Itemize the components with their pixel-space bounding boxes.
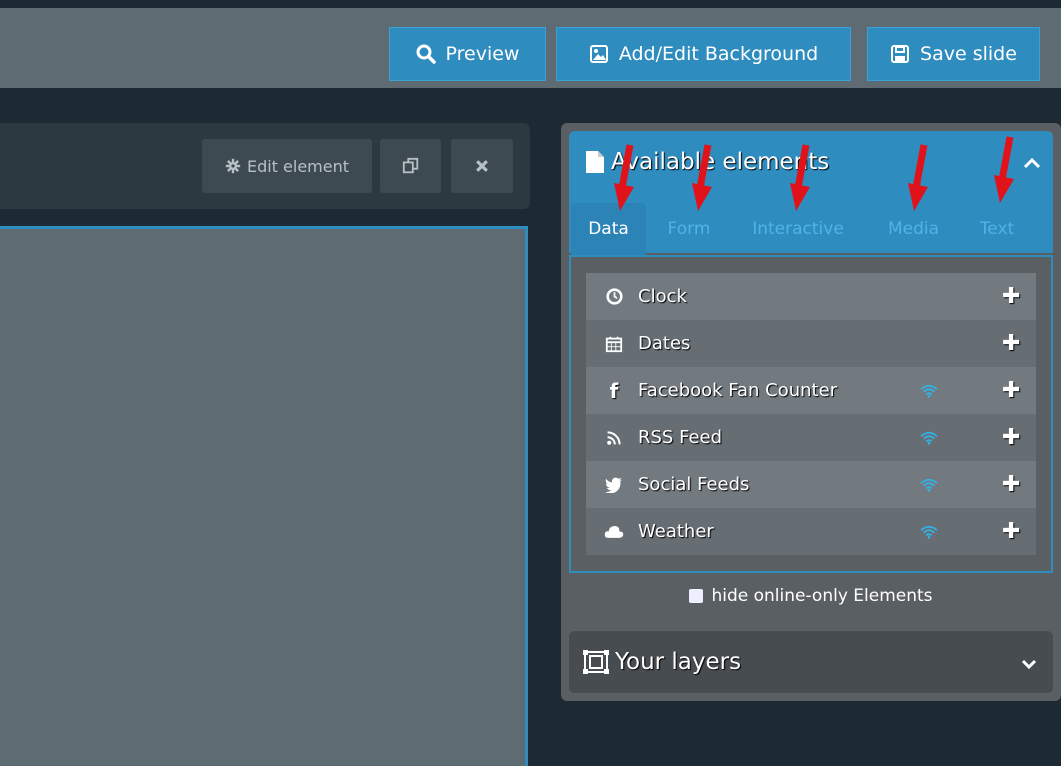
list-item-label: Social Feeds xyxy=(638,474,750,495)
duplicate-button[interactable] xyxy=(380,139,441,193)
image-icon xyxy=(589,44,609,64)
delete-button[interactable] xyxy=(451,139,513,193)
save-icon xyxy=(890,44,910,64)
wifi-icon xyxy=(916,525,942,539)
list-item-weather[interactable]: Weather ✚ xyxy=(586,508,1036,555)
list-item-label: Weather xyxy=(638,521,714,542)
clock-icon xyxy=(600,288,628,305)
layers-icon xyxy=(583,650,609,674)
preview-button[interactable]: Preview xyxy=(389,27,546,81)
list-item-facebook-fan-counter[interactable]: f Facebook Fan Counter ✚ xyxy=(586,367,1036,414)
add-icon[interactable]: ✚ xyxy=(1002,472,1022,497)
hide-online-label: hide online-only Elements xyxy=(711,586,933,606)
edit-element-button[interactable]: Edit element xyxy=(202,139,372,193)
chevron-down-icon[interactable] xyxy=(1015,650,1043,678)
list-item-clock[interactable]: Clock ✚ xyxy=(586,273,1036,320)
chevron-up-icon[interactable] xyxy=(1018,150,1046,178)
list-item-rss-feed[interactable]: RSS Feed ✚ xyxy=(586,414,1036,461)
list-item-label: RSS Feed xyxy=(638,427,723,448)
close-icon xyxy=(474,158,490,174)
hide-online-toggle[interactable]: hide online-only Elements xyxy=(569,576,1053,616)
background-label: Add/Edit Background xyxy=(618,43,819,65)
wifi-icon xyxy=(916,384,942,398)
add-icon[interactable]: ✚ xyxy=(1002,519,1022,544)
annotation-arrow xyxy=(692,144,712,211)
annotation-arrow xyxy=(994,136,1014,203)
annotation-arrow xyxy=(614,144,634,211)
list-item-label: Clock xyxy=(638,286,687,307)
annotation-arrow xyxy=(790,144,810,211)
layers-title: Your layers xyxy=(615,649,742,675)
list-item-label: Dates xyxy=(638,333,691,354)
preview-label: Preview xyxy=(445,43,520,65)
list-item-label: Facebook Fan Counter xyxy=(638,380,838,401)
your-layers-header[interactable]: Your layers xyxy=(569,631,1053,693)
tab-text[interactable]: Text xyxy=(968,203,1026,255)
add-icon[interactable]: ✚ xyxy=(1002,331,1022,356)
wifi-icon xyxy=(916,431,942,445)
save-slide-button[interactable]: Save slide xyxy=(867,27,1040,81)
list-item-dates[interactable]: Dates ✚ xyxy=(586,320,1036,367)
list-item-social-feeds[interactable]: Social Feeds ✚ xyxy=(586,461,1036,508)
calendar-icon xyxy=(600,335,628,353)
add-icon[interactable]: ✚ xyxy=(1002,425,1022,450)
hide-online-checkbox[interactable] xyxy=(689,589,704,603)
gear-icon xyxy=(225,158,241,174)
wifi-icon xyxy=(916,478,942,492)
save-label: Save slide xyxy=(920,43,1017,65)
rss-icon xyxy=(600,430,628,446)
file-icon xyxy=(585,150,605,174)
cloud-icon xyxy=(600,524,628,539)
annotation-arrow xyxy=(908,144,928,211)
search-icon xyxy=(416,44,436,64)
add-icon[interactable]: ✚ xyxy=(1002,284,1022,309)
copy-icon xyxy=(402,157,420,175)
edit-element-label: Edit element xyxy=(246,156,350,176)
facebook-icon: f xyxy=(609,378,619,403)
twitter-icon xyxy=(600,477,628,493)
add-icon[interactable]: ✚ xyxy=(1002,378,1022,403)
add-edit-background-button[interactable]: Add/Edit Background xyxy=(556,27,851,81)
slide-canvas[interactable] xyxy=(0,226,528,766)
